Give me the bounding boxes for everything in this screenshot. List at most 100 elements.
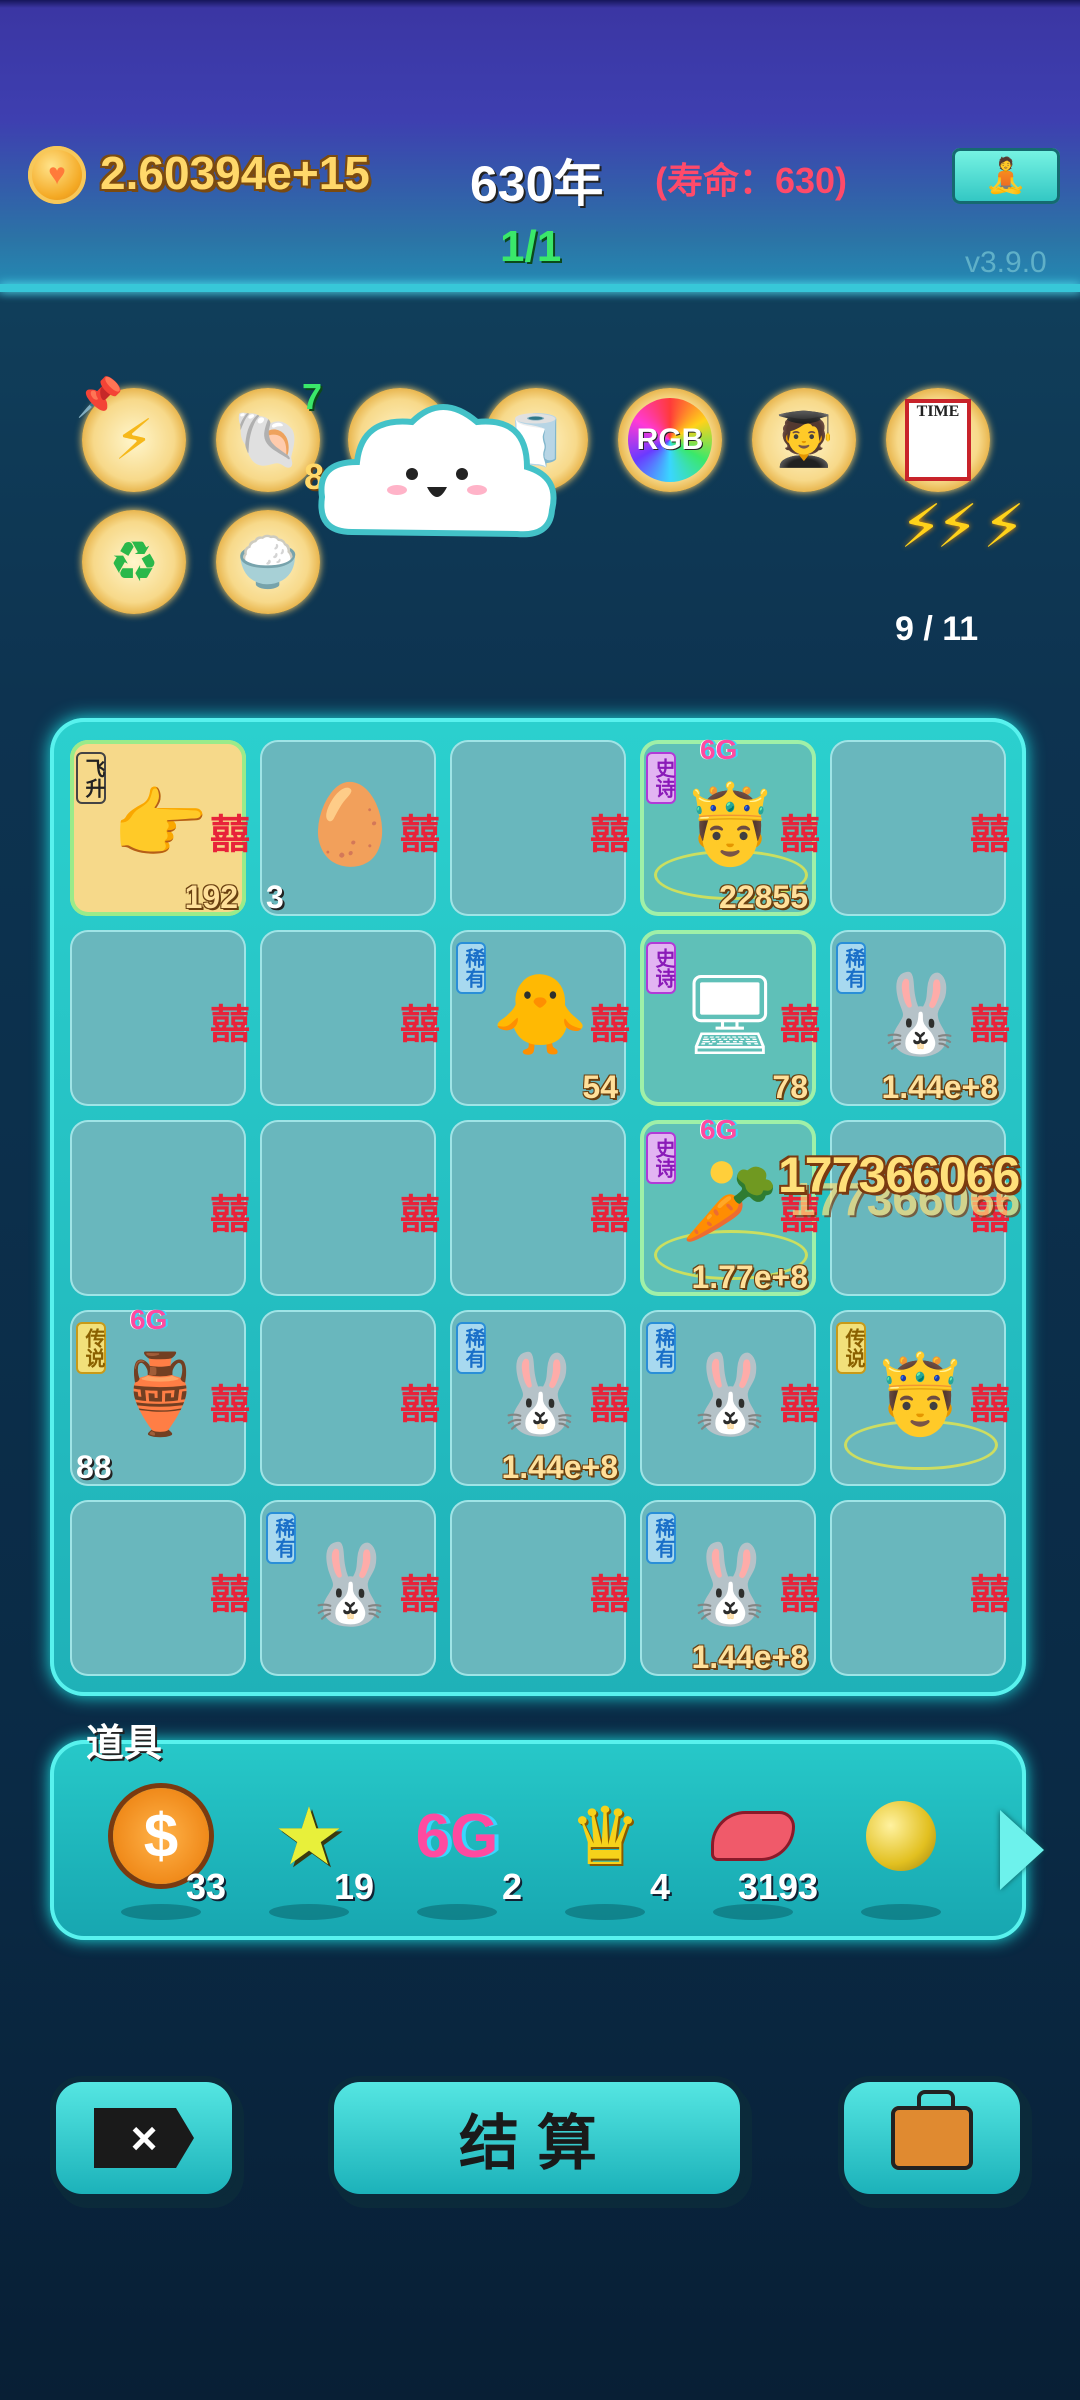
recycle-icon: ♻ — [108, 530, 160, 593]
rarity-tag: 史诗 — [646, 752, 676, 804]
board-cell[interactable]: 囍 — [830, 1500, 1010, 1676]
board-cell[interactable]: 囍 — [450, 740, 630, 916]
double-happiness-icon: 囍 — [970, 1003, 1010, 1047]
coin-icon: ♥ — [28, 146, 86, 204]
buff-shell[interactable]: 🐚 7 8 — [216, 376, 324, 497]
rarity-tag: 飞升 — [76, 752, 106, 804]
rarity-tag: 传说 — [836, 1322, 866, 1374]
board-cell[interactable]: 🤴 囍 传说 — [830, 1310, 1010, 1486]
board-cell[interactable]: 🏺 囍 传说 6G 88 — [70, 1304, 250, 1486]
rarity-tag: 稀有 — [836, 942, 866, 994]
double-happiness-icon: 囍 — [970, 1383, 1010, 1427]
time-magazine-icon: TIME — [905, 399, 971, 481]
double-happiness-icon: 囍 — [400, 1383, 440, 1427]
floating-number: 177366066 — [778, 1147, 1020, 1203]
item-slot[interactable]: ★ 19 — [244, 1780, 374, 1920]
board-cell[interactable]: 🐰 囍 稀有 — [260, 1500, 440, 1676]
buff-time[interactable]: TIME — [886, 388, 990, 492]
progress-counter: 1/1 — [500, 222, 562, 271]
cell-value: 22855 — [719, 879, 808, 915]
double-happiness-icon: 囍 — [400, 1193, 440, 1237]
cell-value: 3 — [266, 879, 284, 915]
board-cell[interactable]: 🐰 囍 稀有 — [640, 1310, 820, 1486]
buff-rgb[interactable]: RGB — [618, 388, 722, 492]
double-happiness-icon: 囍 — [210, 1193, 250, 1237]
buff-math-student[interactable]: 🧑‍🎓 — [752, 388, 856, 492]
board-cell[interactable]: 囍 — [70, 930, 250, 1106]
rarity-tag: 稀有 — [456, 942, 486, 994]
double-happiness-icon: 囍 — [590, 1573, 630, 1617]
rarity-tag: 稀有 — [266, 1512, 296, 1564]
lifespan-label: (寿命：630) — [655, 160, 848, 201]
item-slot[interactable]: 3193 — [688, 1780, 818, 1920]
board-cell[interactable]: 🐰 囍 稀有 1.44e+8 — [450, 1310, 630, 1486]
item-count: 2 — [501, 1866, 522, 1907]
item-count: 4 — [649, 1866, 670, 1907]
graphics-card-icon: 🖥 — [680, 970, 780, 1058]
rabbit-icon: 🐰 — [681, 1540, 779, 1628]
meditation-icon: 🧘 — [984, 157, 1028, 195]
item-slot[interactable] — [836, 1780, 966, 1920]
board-cell[interactable]: 囍 — [260, 930, 440, 1106]
buff-lightning[interactable]: ⚡ 📌 — [76, 377, 186, 492]
double-happiness-icon: 囍 — [210, 1573, 250, 1617]
double-happiness-icon: 囍 — [970, 813, 1010, 857]
briefcase-icon — [891, 2090, 973, 2170]
board-cell[interactable]: 🥚 囍 3 — [260, 740, 440, 916]
coin-balance: 2.60394e+15 — [100, 147, 370, 199]
item-count: 33 — [185, 1866, 226, 1907]
rarity-tag: 史诗 — [646, 1132, 676, 1184]
cell-value: 1.44e+8 — [691, 1639, 808, 1675]
double-happiness-icon: 囍 — [780, 1003, 820, 1047]
6g-badge: 6G — [130, 1304, 168, 1335]
item-shadow — [861, 1904, 941, 1920]
rabbit-icon: 🐰 — [301, 1540, 399, 1628]
pin-icon: 📌 — [76, 377, 124, 419]
buff-count: 9 / 11 — [895, 610, 979, 648]
board-cell[interactable]: 囍 — [260, 1120, 440, 1296]
double-happiness-icon: 囍 — [970, 1573, 1010, 1617]
board-cell[interactable]: 🐰 囍 稀有 1.44e+8 — [830, 930, 1010, 1106]
board-cell[interactable]: 囍 — [830, 740, 1010, 916]
header-divider — [0, 284, 1080, 292]
board-cell[interactable]: 🐥 囍 稀有 54 — [450, 930, 630, 1106]
cell-value: 1.44e+8 — [881, 1069, 998, 1105]
next-arrow-icon[interactable] — [1000, 1810, 1044, 1890]
close-button[interactable]: × — [56, 2082, 232, 2194]
buff-recycle[interactable]: ♻ — [82, 510, 186, 614]
backpack-button[interactable] — [844, 2082, 1020, 2194]
vase-icon: 🏺 — [111, 1350, 209, 1438]
board-cell[interactable]: 🐰 囍 稀有 1.44e+8 — [640, 1500, 820, 1676]
board-cell[interactable]: 👉 囍 飞升 192 — [70, 740, 250, 916]
double-happiness-icon: 囍 — [590, 1003, 630, 1047]
6g-badge: 6G — [700, 734, 738, 765]
board-cell[interactable]: 囍 — [70, 1120, 250, 1296]
board-cell[interactable]: 🖥 囍 史诗 78 — [640, 930, 820, 1106]
double-happiness-icon: 囍 — [590, 813, 630, 857]
rarity-tag: 史诗 — [646, 942, 676, 994]
item-count: 19 — [333, 1866, 374, 1907]
board-cell[interactable]: 囍 — [450, 1500, 630, 1676]
cell-value: 88 — [76, 1449, 112, 1485]
double-happiness-icon: 囍 — [210, 813, 250, 857]
board-cell[interactable]: 🤴 囍 史诗 6G 22855 — [640, 734, 820, 916]
item-slot[interactable]: 6G 2 — [392, 1780, 522, 1920]
item-slot[interactable]: $ 33 — [96, 1780, 226, 1920]
board-cell[interactable]: 囍 — [260, 1310, 440, 1486]
board-cell[interactable]: 囍 — [70, 1500, 250, 1676]
cell-value: 78 — [772, 1069, 808, 1105]
rarity-tag: 稀有 — [646, 1322, 676, 1374]
meditate-button[interactable]: 🧘 — [952, 148, 1060, 204]
board-cell[interactable]: 囍 — [450, 1120, 630, 1296]
settle-button[interactable]: 结算 — [334, 2082, 740, 2194]
cloud-mascot-icon — [318, 404, 557, 538]
rabbit-icon: 🐰 — [681, 1350, 779, 1438]
king-avatar-icon: 🤴 — [681, 780, 779, 868]
item-count: 3193 — [737, 1866, 818, 1907]
buff-rice-bowls[interactable]: 🍚 — [216, 510, 320, 614]
double-happiness-icon: 囍 — [780, 813, 820, 857]
lightning-icon: ⚡ — [114, 408, 154, 471]
item-slot[interactable]: ♛ 4 — [540, 1780, 670, 1920]
coin-icon: ● — [706, 1141, 738, 1199]
version-label: v3.9.0 — [965, 246, 1047, 279]
